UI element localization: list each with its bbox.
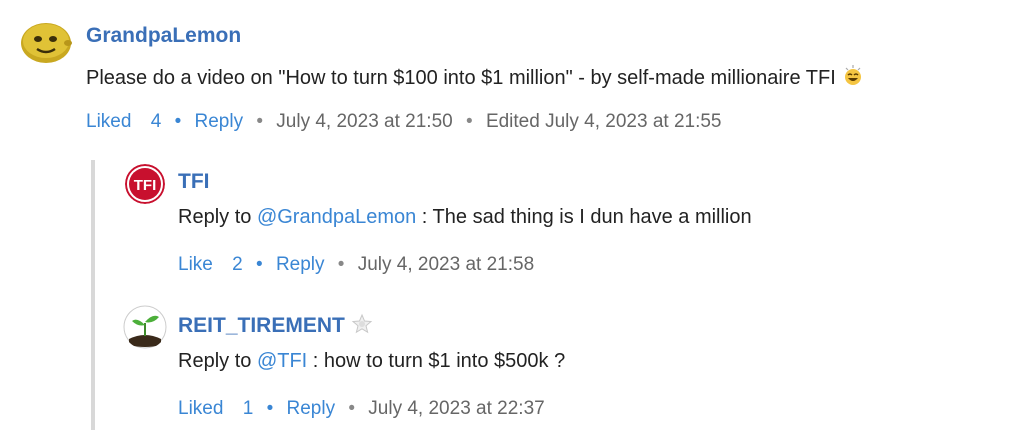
separator-dot: •	[174, 111, 182, 132]
timestamp: July 4, 2023 at 21:58	[357, 254, 535, 275]
reply-prefix: Reply to	[178, 206, 252, 228]
timestamp: July 4, 2023 at 22:37	[368, 398, 545, 419]
author-name[interactable]: REIT_TIREMENT	[178, 313, 373, 341]
separator-dot: •	[466, 111, 473, 132]
like-button[interactable]: Liked	[86, 111, 131, 132]
separator-dot: •	[348, 398, 356, 419]
separator-dot: •	[266, 398, 274, 419]
edited-timestamp: Edited July 4, 2023 at 21:55	[485, 111, 722, 132]
reply-button[interactable]: Reply	[276, 254, 325, 275]
timestamp: July 4, 2023 at 21:50	[276, 111, 453, 132]
like-count[interactable]: 1	[243, 398, 254, 419]
mention-link[interactable]: @GrandpaLemon	[257, 206, 416, 228]
author-name-text: REIT_TIREMENT	[178, 314, 345, 337]
tfi-logo-avatar[interactable]: TFI	[125, 164, 165, 204]
author-name[interactable]: TFI	[178, 170, 210, 194]
like-button[interactable]: Like	[178, 254, 213, 275]
comment-text: Please do a video on "How to turn $100 i…	[86, 64, 864, 92]
star-badge-icon	[351, 313, 373, 341]
comment-text-content: : how to turn $1 into $500k ?	[312, 350, 566, 372]
sprout-avatar-icon[interactable]	[123, 305, 167, 349]
thread-indent-bar	[91, 160, 95, 430]
like-count[interactable]: 2	[232, 254, 243, 275]
tfi-logo-text: TFI	[134, 177, 157, 194]
like-count[interactable]: 4	[151, 111, 162, 132]
comment-text: Reply to @GrandpaLemon : The sad thing i…	[178, 206, 752, 229]
separator-dot: •	[256, 111, 264, 132]
mention-link[interactable]: @TFI	[257, 350, 307, 372]
comment-meta: Like 2 • Reply • July 4, 2023 at 21:58	[178, 254, 534, 276]
comment-text-content: Please do a video on "How to turn $100 i…	[86, 67, 836, 89]
laughing-emoji-icon	[842, 64, 864, 92]
comment-meta: Liked 4 • Reply • July 4, 2023 at 21:50 …	[86, 111, 722, 133]
separator-dot: •	[337, 254, 345, 275]
author-name[interactable]: GrandpaLemon	[86, 24, 241, 48]
separator-dot: •	[256, 254, 263, 275]
reply-button[interactable]: Reply	[195, 111, 244, 132]
comment-meta: Liked 1 • Reply • July 4, 2023 at 22:37	[178, 398, 545, 420]
comment-text-content: : The sad thing is I dun have a million	[421, 206, 752, 228]
reply-button[interactable]: Reply	[287, 398, 336, 419]
lemon-avatar-icon[interactable]	[18, 14, 74, 70]
comment-text: Reply to @TFI : how to turn $1 into $500…	[178, 350, 565, 373]
like-button[interactable]: Liked	[178, 398, 223, 419]
reply-prefix: Reply to	[178, 350, 252, 372]
